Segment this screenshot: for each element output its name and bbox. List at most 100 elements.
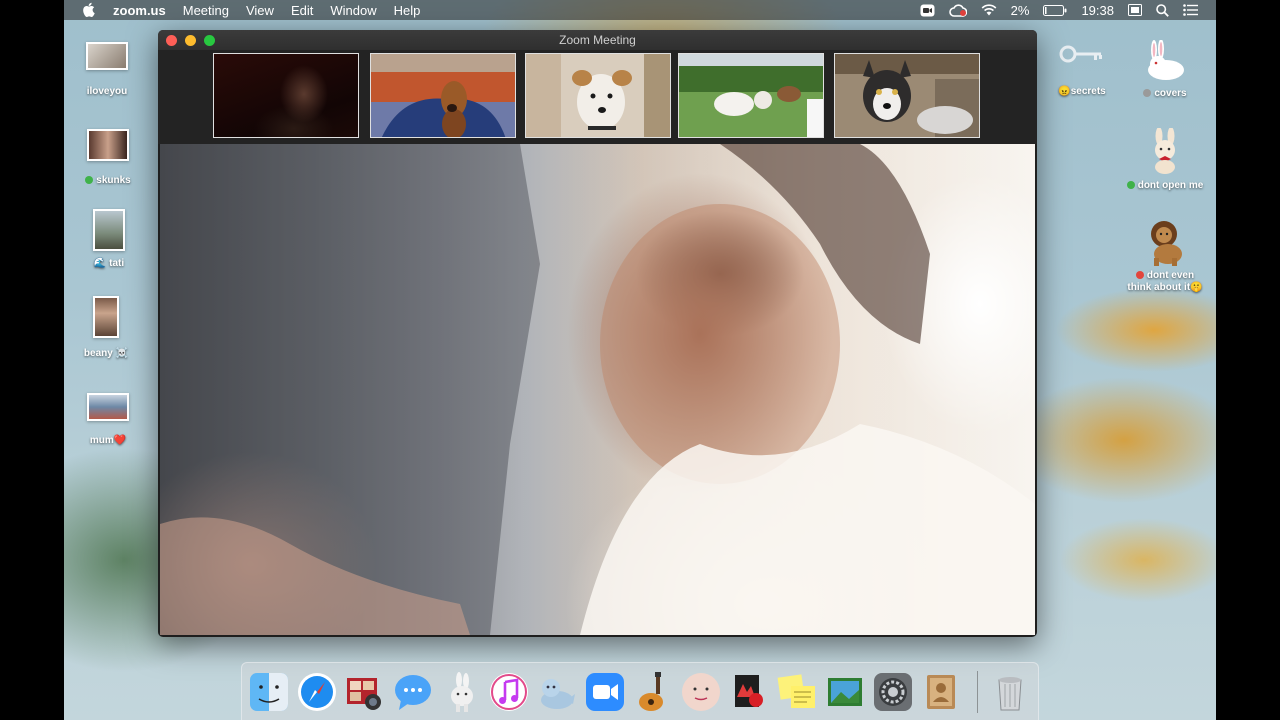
desktop-item-label-row: dont even think about it🤫 [1127,270,1202,294]
zoom-status-icon[interactable] [920,4,935,17]
dock-system-preferences[interactable] [872,671,914,713]
thumbnail-image [87,129,129,161]
terrier-video [526,54,670,137]
dock [241,662,1039,720]
thumbnail-image [86,42,128,70]
desktop-item-iloveyou[interactable]: iloveyou [62,42,152,98]
desktop-item-tati[interactable]: 🌊 tati [64,209,154,270]
speaker-video-frame [160,144,1035,635]
desktop-item-label-row: 🌊 tati [94,258,124,270]
letterbox-left [0,0,64,720]
dock-face-app[interactable] [680,671,722,713]
angry-emoji-icon: 😠 [1058,86,1071,97]
wifi-icon[interactable] [981,4,997,16]
rabbit-app-icon [451,672,473,712]
desktop-item-label-row: skunks [85,175,131,187]
desktop-item-label: beany [83,348,113,359]
apple-menu-icon[interactable] [82,2,96,18]
desktop-item-label-row: beany ☠️ [84,348,128,360]
window-title: Zoom Meeting [559,33,636,47]
participant-gallery-strip [158,50,1037,144]
zoom-meeting-window: Zoom Meeting [158,30,1037,637]
desktop-item-dont-open-me[interactable]: dont open me [1120,128,1210,192]
safari-icon [298,673,336,711]
dock-separator [977,671,978,713]
desktop-item-secrets[interactable]: 😠secrets [1037,40,1127,98]
desktop-item-beany[interactable]: beany ☠️ [61,296,151,360]
itunes-icon [490,673,528,711]
dock-preview[interactable] [824,671,866,713]
desktop-item-mum[interactable]: mum❤️ [63,393,153,447]
guitar-icon [639,672,663,711]
desktop-item-label-row: mum❤️ [90,435,126,447]
preview-icon [828,678,862,706]
face-icon [682,673,720,711]
creative-cloud-icon[interactable] [948,3,967,17]
tag-dot-gray [1143,89,1152,97]
husky-video [835,54,979,137]
spotlight-search-icon[interactable] [1156,3,1169,17]
participant-tile-dogs-garden[interactable] [678,53,824,138]
battery-percent: 2% [1010,2,1030,18]
desktop-item-skunks[interactable]: skunks [63,129,153,187]
lion-icon [1151,221,1182,266]
screen-mirroring-icon[interactable] [1128,4,1142,16]
participant-tile-dachshund[interactable] [370,53,516,138]
dock-garageband[interactable] [632,671,674,713]
heart-emoji-icon: ❤️ [113,435,127,446]
messages-icon [395,675,431,710]
dock-trash[interactable] [989,671,1031,713]
window-titlebar[interactable]: Zoom Meeting [158,30,1037,50]
dock-photo-booth[interactable] [344,671,386,713]
notification-center-icon[interactable] [1183,4,1198,16]
desktop-item-label-line1: dont even [1146,270,1195,281]
thumbnail-image [87,393,129,421]
dock-itunes[interactable] [488,671,530,713]
desktop-item-label: secrets [1070,86,1106,97]
clock-time[interactable]: 19:38 [1081,3,1114,18]
participant-tile-terrier[interactable] [525,53,671,138]
dock-contacts[interactable] [920,671,962,713]
dock-pdf-app[interactable] [728,671,770,713]
dock-messages[interactable] [392,671,434,713]
desktop-item-dont-even-think[interactable]: dont even think about it🤫 [1110,218,1220,294]
zoom-app-icon [586,673,624,711]
tag-dot-green [85,176,94,184]
thumbnail-image [93,209,125,251]
dachshund-video [371,54,515,137]
dock-zoom[interactable] [584,671,626,713]
bunny-doll-icon [1155,128,1175,174]
menu-window[interactable]: Window [330,3,376,18]
shush-emoji-icon: 🤫 [1190,282,1203,293]
participant-tile-husky[interactable] [834,53,980,138]
contacts-icon [927,675,955,709]
desktop-item-label-row: covers [1143,88,1187,100]
dock-seal[interactable] [536,671,578,713]
pdf-icon [735,675,763,707]
menu-help[interactable]: Help [394,3,421,18]
skull-emoji-icon: ☠️ [115,348,129,359]
desktop-item-label-row: dont open me [1126,180,1204,192]
seal-icon [541,679,575,709]
desktop-item-label: tati [109,258,125,269]
dock-finder[interactable] [248,671,290,713]
participant-tile-person[interactable] [213,53,359,138]
desktop-item-covers[interactable]: covers [1120,40,1210,100]
active-speaker-video[interactable] [160,144,1035,635]
key-icon [1059,45,1102,63]
battery-icon[interactable] [1043,4,1067,16]
desktop-item-label: dont open me [1137,180,1204,191]
wave-emoji-icon: 🌊 [93,258,107,269]
desktop-item-label: covers [1154,88,1187,99]
menu-app-name[interactable]: zoom.us [113,3,166,18]
menu-meeting[interactable]: Meeting [183,3,229,18]
menu-view[interactable]: View [246,3,274,18]
desktop-item-label-line2: think about it [1127,282,1191,293]
letterbox-right [1216,0,1280,720]
dock-stickies[interactable] [776,671,818,713]
dock-launchpad[interactable] [440,671,482,713]
menu-edit[interactable]: Edit [291,3,313,18]
tag-dot-red [1135,271,1144,279]
desktop-item-label: skunks [96,175,131,186]
dock-safari[interactable] [296,671,338,713]
